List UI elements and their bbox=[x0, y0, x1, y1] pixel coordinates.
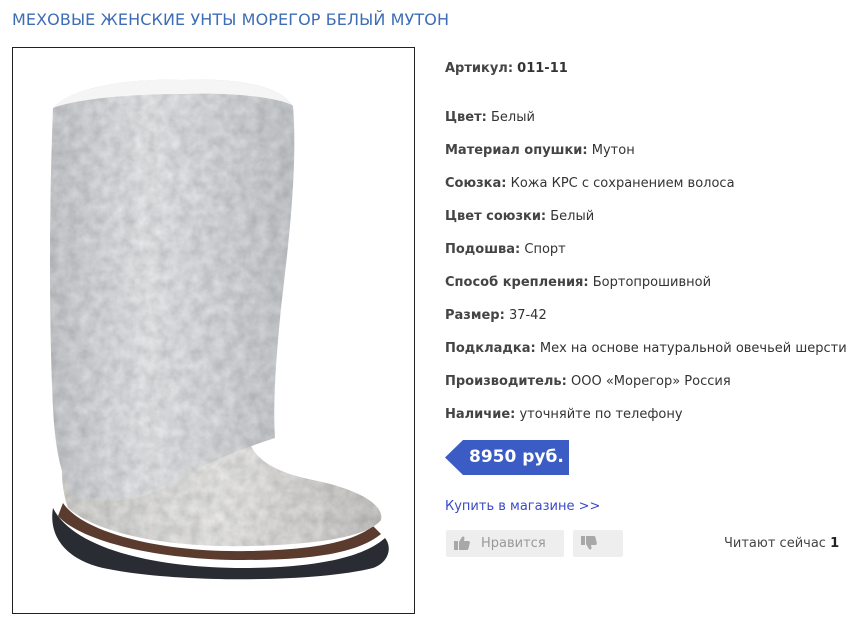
spec-value: 37-42 bbox=[508, 308, 547, 323]
spec-label: Подкладка: bbox=[445, 341, 536, 356]
price-value: 8950 руб. bbox=[469, 447, 564, 467]
readers-label: Читают сейчас bbox=[724, 536, 826, 551]
spec-label: Цвет союзки: bbox=[445, 209, 547, 224]
like-button[interactable]: Нравится bbox=[446, 530, 564, 557]
spec-label: Способ крепления: bbox=[445, 275, 589, 290]
buy-in-store-link[interactable]: Купить в магазине >> bbox=[445, 499, 600, 514]
readers-now: Читают сейчас 1 bbox=[724, 536, 839, 551]
spec-trim-material: Материал опушки: Мутон bbox=[445, 143, 635, 158]
spec-value: ООО «Морегор» Россия bbox=[570, 374, 731, 389]
spec-value: Мутон bbox=[591, 143, 635, 158]
spec-size: Размер: 37-42 bbox=[445, 308, 547, 323]
spec-value: Бортопрошивной bbox=[592, 275, 712, 290]
thumbs-down-icon bbox=[581, 536, 597, 550]
spec-vamp: Союзка: Кожа КРС с сохранением волоса bbox=[445, 176, 735, 191]
dislike-button[interactable] bbox=[573, 530, 623, 557]
spec-value: уточняйте по телефону bbox=[519, 407, 683, 422]
spec-value: Спорт bbox=[524, 242, 566, 257]
spec-label: Союзка: bbox=[445, 176, 507, 191]
spec-value: Мех на основе натуральной овечьей шерсти bbox=[539, 341, 847, 356]
spec-label: Наличие: bbox=[445, 407, 516, 422]
spec-label: Артикул: bbox=[445, 61, 514, 76]
spec-label: Производитель: bbox=[445, 374, 567, 389]
spec-value: Белый bbox=[490, 110, 535, 125]
spec-color: Цвет: Белый bbox=[445, 110, 535, 125]
spec-lining: Подкладка: Мех на основе натуральной ове… bbox=[445, 341, 847, 356]
price-tag: 8950 руб. bbox=[445, 440, 569, 475]
page-title: МЕХОВЫЕ ЖЕНСКИЕ УНТЫ МОРЕГОР БЕЛЫЙ МУТОН bbox=[12, 10, 450, 29]
like-label: Нравится bbox=[481, 536, 546, 551]
spec-article: Артикул: 011-11 bbox=[445, 61, 568, 76]
spec-label: Подошва: bbox=[445, 242, 521, 257]
readers-count: 1 bbox=[830, 536, 840, 551]
fur-boot-illustration bbox=[50, 79, 389, 580]
spec-label: Размер: bbox=[445, 308, 505, 323]
thumbs-up-icon bbox=[454, 536, 470, 550]
spec-label: Цвет: bbox=[445, 110, 487, 125]
spec-fastening: Способ крепления: Бортопрошивной bbox=[445, 275, 711, 290]
spec-availability: Наличие: уточняйте по телефону bbox=[445, 407, 683, 422]
spec-value: Кожа КРС с сохранением волоса bbox=[510, 176, 735, 191]
spec-label: Материал опушки: bbox=[445, 143, 588, 158]
spec-vamp-color: Цвет союзки: Белый bbox=[445, 209, 594, 224]
spec-value: 011-11 bbox=[517, 61, 568, 76]
spec-sole: Подошва: Спорт bbox=[445, 242, 566, 257]
spec-manufacturer: Производитель: ООО «Морегор» Россия bbox=[445, 374, 731, 389]
product-image[interactable] bbox=[12, 47, 415, 614]
spec-value: Белый bbox=[550, 209, 595, 224]
